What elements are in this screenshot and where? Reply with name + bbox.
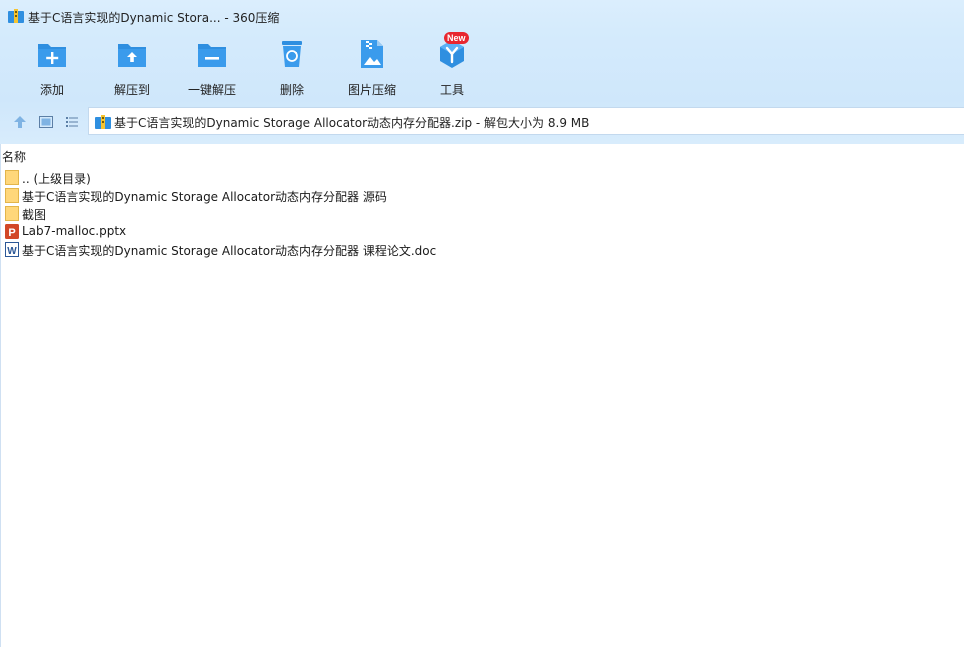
folder-icon [5,170,19,185]
path-bar[interactable]: 基于C语言实现的Dynamic Storage Allocator动态内存分配器… [88,107,964,135]
file-name: 基于C语言实现的Dynamic Storage Allocator动态内存分配器… [22,190,387,204]
file-row-doc[interactable]: W 基于C语言实现的Dynamic Storage Allocator动态内存分… [5,241,705,259]
file-name: .. (上级目录) [22,172,91,186]
window-title: 基于C语言实现的Dynamic Stora... - 360压缩 [28,11,280,25]
toolbar: 添加 解压到 一键解压 删除 图片压缩 New 工具 [0,32,964,100]
view-details-icon[interactable] [38,114,54,130]
view-list-icon[interactable] [64,114,80,130]
zip-file-icon [95,115,111,129]
up-arrow-icon[interactable] [12,114,28,130]
powerpoint-icon: P [5,224,19,239]
one-click-extract-label: 一键解压 [187,83,236,97]
tools-button[interactable]: New 工具 [412,32,492,98]
delete-label: 删除 [279,83,304,97]
one-click-extract-icon [198,44,226,67]
file-name: 基于C语言实现的Dynamic Storage Allocator动态内存分配器… [22,244,437,258]
add-button[interactable]: 添加 [12,38,92,98]
image-compress-button[interactable]: 图片压缩 [332,38,412,98]
add-label: 添加 [39,83,64,97]
file-rows: .. (上级目录) 基于C语言实现的Dynamic Storage Alloca… [5,169,705,259]
window-header: 基于C语言实现的Dynamic Stora... - 360压缩 添加 解压到 [0,0,964,144]
navigation-bar: 基于C语言实现的Dynamic Storage Allocator动态内存分配器… [0,106,964,138]
image-compress-icon [361,40,383,68]
svg-text:P: P [8,227,15,239]
extract-to-icon [118,44,146,67]
extract-to-button[interactable]: 解压到 [92,38,172,98]
delete-icon [282,41,302,67]
title-bar: 基于C语言实现的Dynamic Stora... - 360压缩 [0,0,964,32]
image-compress-label: 图片压缩 [347,83,396,97]
file-name: Lab7-malloc.pptx [22,224,127,238]
add-icon [38,44,66,67]
word-icon: W [5,242,19,257]
delete-button[interactable]: 删除 [252,38,332,98]
svg-text:W: W [7,246,17,257]
file-row-parent-directory[interactable]: .. (上级目录) [5,169,705,187]
file-name: 截图 [22,208,47,222]
folder-icon [5,206,19,221]
column-header-name[interactable]: 名称 [2,148,26,165]
folder-icon [5,188,19,203]
file-list: 名称 .. (上级目录) 基于C语言实现的Dynamic Storage All… [0,144,964,647]
new-badge: New [444,32,469,44]
file-row-source-folder[interactable]: 基于C语言实现的Dynamic Storage Allocator动态内存分配器… [5,187,705,205]
one-click-extract-button[interactable]: 一键解压 [172,38,252,98]
tools-label: 工具 [439,83,464,97]
extract-to-label: 解压到 [113,83,150,97]
zip-app-icon [8,9,24,23]
path-text: 基于C语言实现的Dynamic Storage Allocator动态内存分配器… [114,116,590,130]
file-row-screenshots-folder[interactable]: 截图 [5,205,705,223]
file-row-pptx[interactable]: P Lab7-malloc.pptx [5,223,705,241]
